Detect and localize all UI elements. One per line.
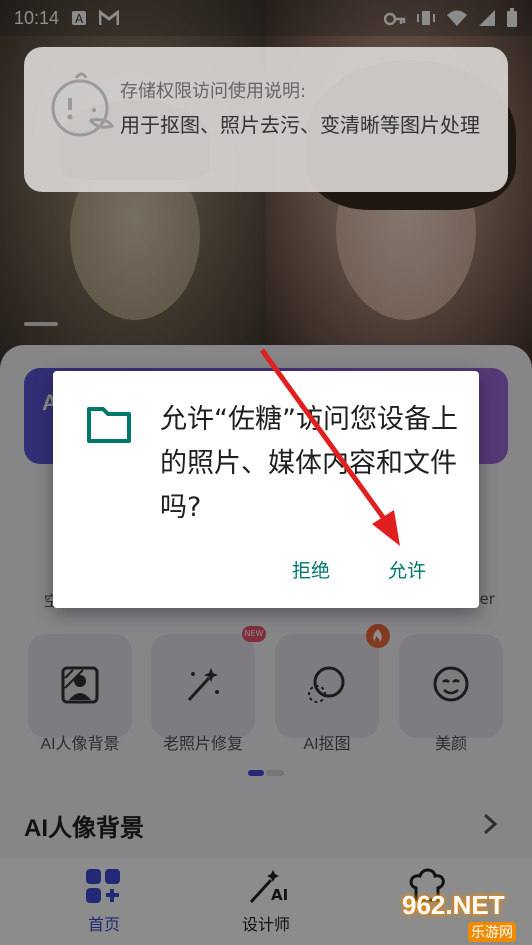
- annotation-arrow: [259, 348, 400, 546]
- watermark-sub: 乐游网: [468, 922, 516, 942]
- watermark-main: 962.NET: [402, 890, 505, 920]
- site-watermark: 962.NET 乐游网: [398, 888, 532, 945]
